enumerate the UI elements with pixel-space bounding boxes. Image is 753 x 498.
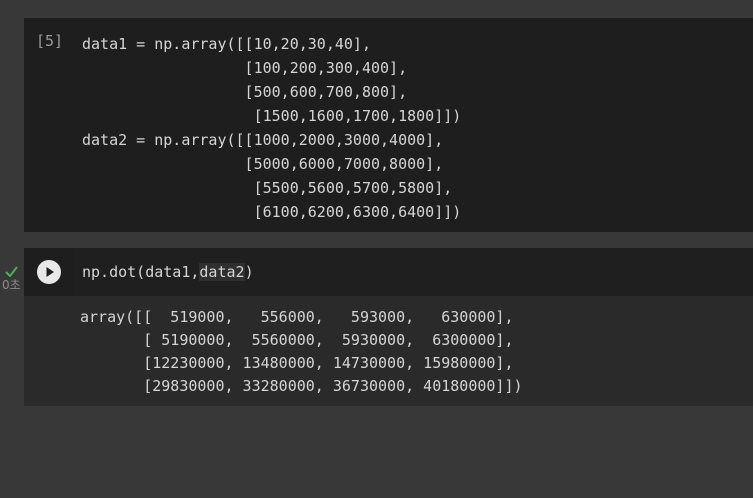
code-cell-1[interactable]: [5] data1 = np.array([[10,20,30,40], [10… (24, 18, 753, 232)
cell-output: array([[ 519000, 556000, 593000, 630000]… (24, 296, 753, 406)
code-editor[interactable]: data1 = np.array([[10,20,30,40], [100,20… (82, 32, 461, 224)
cell-gutter (24, 248, 74, 296)
play-icon (46, 267, 54, 277)
code-cell-2[interactable]: np.dot(data1,data2) (24, 248, 753, 296)
code-editor[interactable]: np.dot(data1,data2) (82, 260, 254, 284)
code-text: ) (244, 263, 254, 281)
output-text: array([[ 519000, 556000, 593000, 630000]… (80, 308, 523, 395)
run-cell-button[interactable] (37, 260, 61, 284)
highlighted-token: data2 (199, 263, 245, 281)
code-text: np.dot(data1, (82, 263, 200, 281)
execution-time: 0초 (2, 278, 21, 292)
execution-count: [5] (36, 32, 64, 50)
